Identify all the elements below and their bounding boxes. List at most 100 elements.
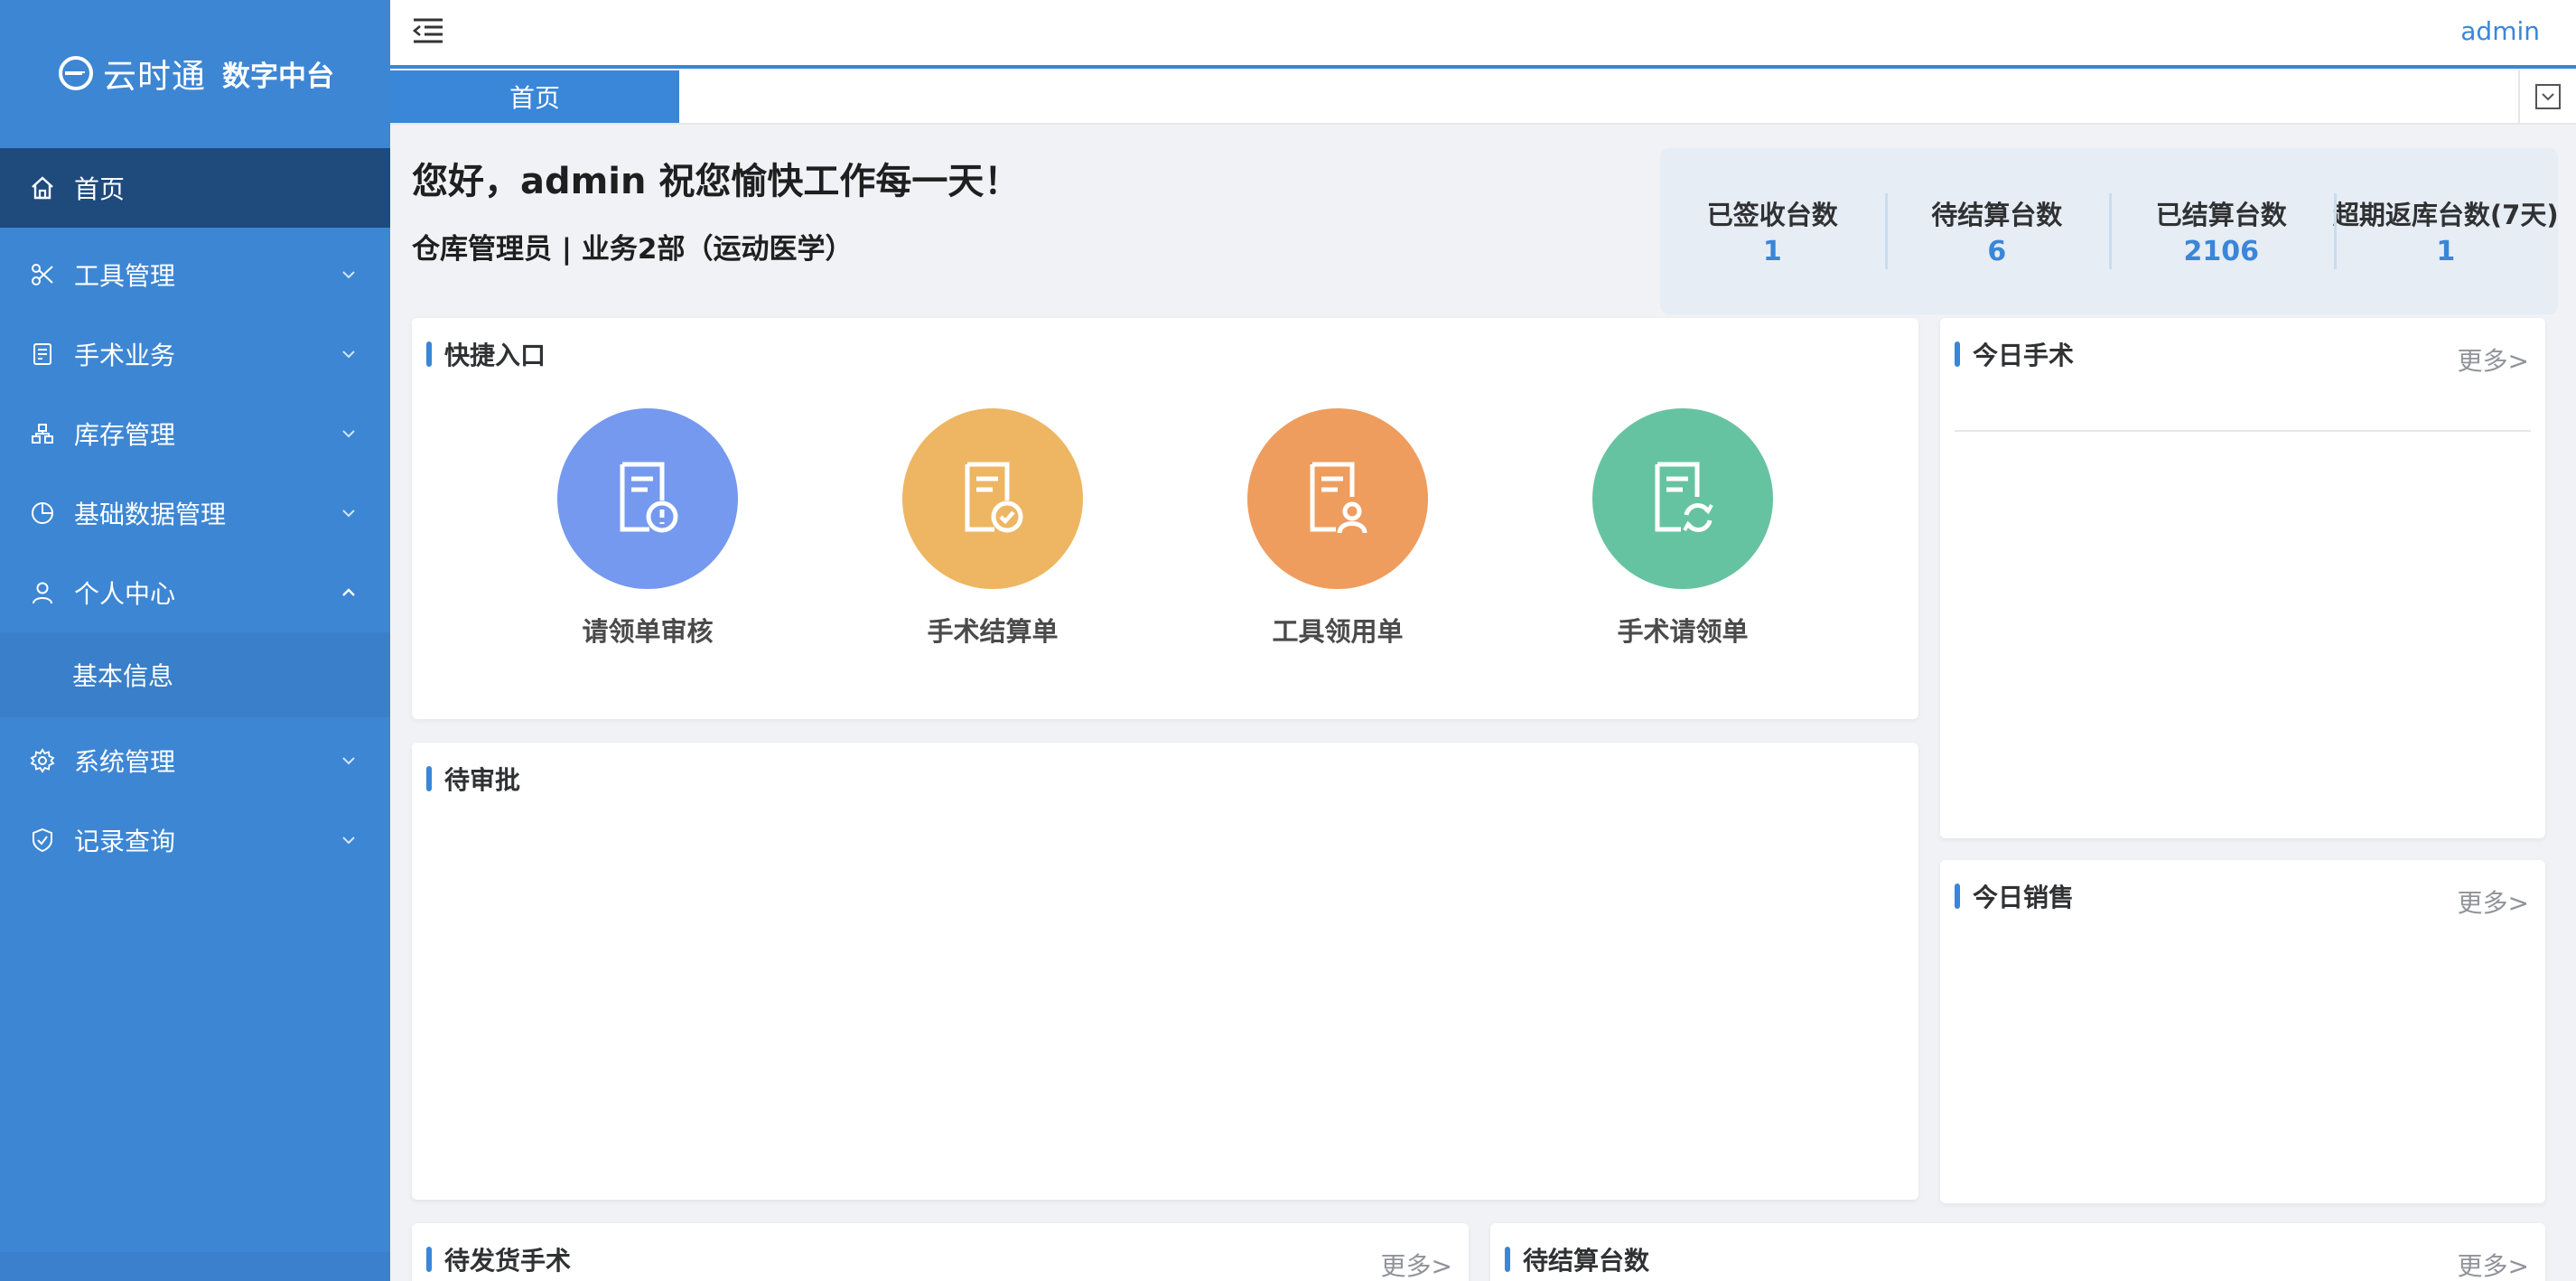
quick-entry-surgery-settlement[interactable]: 手术结算单	[893, 408, 1092, 649]
more-link[interactable]: 更多>	[2458, 341, 2529, 378]
user-icon	[33, 582, 52, 604]
card-accent-bar	[426, 766, 432, 791]
card-header: 快捷入口	[426, 341, 546, 370]
submenu-personal-center: 基本信息	[0, 632, 390, 717]
quick-entry-label: 工具领用单	[1272, 616, 1404, 647]
card-header: 待审批	[426, 765, 520, 795]
pie-chart-icon	[32, 502, 53, 524]
brand-name: 云时通	[103, 57, 206, 96]
stat-value: 1	[1762, 235, 1782, 267]
quick-entry-card: 快捷入口 请领单审核 手术结算单 工具领用单 手术请领单	[412, 318, 1918, 719]
quick-entry-surgery-requisition[interactable]: 手术请领单	[1583, 408, 1782, 649]
sidebar-item-tools[interactable]: 工具管理	[0, 235, 390, 314]
stat-label: 超期返库台数(7天)	[2332, 199, 2559, 230]
quick-entry-circle	[902, 408, 1083, 589]
sidebar-item-surgery[interactable]: 手术业务	[0, 314, 390, 394]
card-header: 今日销售	[1955, 883, 2074, 912]
card-title: 今日手术	[1973, 341, 2075, 370]
more-link[interactable]: 更多>	[2458, 884, 2529, 920]
sidebar-subitem-label: 基本信息	[72, 661, 174, 691]
card-accent-bar	[426, 341, 432, 367]
card-title: 待结算台数	[1523, 1246, 1650, 1276]
quick-entry-tool-requisition[interactable]: 工具领用单	[1238, 408, 1437, 649]
sidebar-item-records[interactable]: 记录查询	[0, 800, 390, 880]
more-link[interactable]: 更多>	[1381, 1247, 1452, 1281]
user-menu[interactable]: admin	[2460, 16, 2540, 46]
quick-entry-circle	[1592, 408, 1773, 589]
card-accent-bar	[1955, 341, 1960, 367]
today-sales-card: 今日销售 更多>	[1940, 860, 2545, 1203]
card-accent-bar	[1955, 884, 1960, 909]
stat-settled[interactable]: 已结算台数 2106	[2109, 148, 2334, 314]
menu-fold-icon[interactable]	[410, 14, 446, 47]
card-header: 今日手术	[1955, 341, 2074, 370]
app-root: 云时通 数字中台 首页 工具管理 手术业务 库存管理 基础数据管理 个人中心 基…	[0, 0, 2576, 1281]
chevron-down-icon	[342, 510, 355, 518]
document-icon	[33, 343, 51, 365]
sidebar-item-label: 基础数据管理	[74, 500, 227, 529]
sidebar-item-system[interactable]: 系统管理	[0, 721, 390, 800]
sidebar-item-base-data[interactable]: 基础数据管理	[0, 473, 390, 553]
greeting-title: 您好，admin 祝您愉快工作每一天！	[412, 161, 1021, 202]
sidebar-item-personal-center[interactable]: 个人中心	[0, 553, 390, 632]
doc-check-icon	[965, 462, 1023, 533]
pending-settlement-card: 待结算台数 更多>	[1490, 1223, 2545, 1281]
sidebar: 云时通 数字中台 首页 工具管理 手术业务 库存管理 基础数据管理 个人中心 基…	[0, 0, 390, 1281]
sidebar-item-label: 记录查询	[74, 827, 176, 856]
sidebar-item-inventory[interactable]: 库存管理	[0, 394, 390, 473]
stat-pending-settlement[interactable]: 待结算台数 6	[1884, 148, 2110, 314]
chevron-down-icon	[342, 351, 355, 359]
quick-entry-label: 手术结算单	[927, 616, 1059, 647]
quick-entry-requisition-review[interactable]: 请领单审核	[548, 408, 747, 649]
stat-label: 待结算台数	[1931, 199, 2063, 230]
card-accent-bar	[426, 1247, 432, 1272]
chevron-down-icon	[342, 837, 355, 845]
top-header: admin	[390, 0, 2576, 69]
tab-home[interactable]: 首页	[390, 70, 679, 123]
sidebar-item-label: 库存管理	[74, 420, 176, 450]
scissors-icon	[32, 264, 53, 285]
stat-value: 6	[1987, 235, 2007, 267]
home-icon	[32, 176, 53, 200]
quick-entry-circle	[557, 408, 738, 589]
chevron-down-box-icon	[2535, 84, 2561, 109]
today-surgery-card: 今日手术 更多>	[1940, 318, 2545, 838]
list-divider	[1955, 430, 2531, 432]
sidebar-item-label: 系统管理	[74, 747, 176, 777]
sidebar-item-home[interactable]: 首页	[0, 148, 390, 228]
doc-user-icon	[1310, 462, 1367, 534]
stat-value: 2106	[2183, 235, 2260, 267]
doc-alert-icon	[620, 462, 678, 533]
pending-shipment-card: 待发货手术 更多>	[412, 1223, 1469, 1281]
more-link[interactable]: 更多>	[2458, 1247, 2529, 1281]
chevron-down-icon	[342, 430, 355, 438]
stat-label: 已签收台数	[1706, 199, 1838, 230]
stat-label: 已结算台数	[2155, 199, 2287, 230]
gear-icon	[30, 748, 55, 773]
sidebar-item-label: 个人中心	[74, 579, 176, 609]
card-title: 待发货手术	[444, 1246, 572, 1276]
chevron-down-icon	[342, 757, 355, 765]
card-title: 待审批	[444, 765, 521, 795]
stat-value: 1	[2436, 235, 2456, 267]
main-content: 您好，admin 祝您愉快工作每一天！ 仓库管理员 | 业务2部（运动医学） 已…	[390, 126, 2576, 1281]
shield-icon	[33, 828, 52, 853]
brand-subtitle: 数字中台	[222, 60, 334, 93]
warehouse-icon	[32, 424, 53, 444]
sidebar-footer	[0, 1252, 390, 1281]
card-header: 待发货手术	[426, 1246, 571, 1276]
sidebar-item-label: 工具管理	[74, 261, 176, 291]
card-accent-bar	[1505, 1247, 1510, 1272]
stat-signed[interactable]: 已签收台数 1	[1660, 148, 1885, 314]
sidebar-subitem-basic-info[interactable]: 基本信息	[0, 632, 390, 717]
pending-approval-card: 待审批	[412, 743, 1918, 1200]
brand-logo[interactable]: 云时通 数字中台	[0, 0, 390, 146]
tab-dropdown-button[interactable]	[2518, 70, 2576, 123]
sidebar-item-label: 首页	[74, 174, 126, 204]
card-header: 待结算台数	[1505, 1246, 1649, 1276]
brand-logo-icon	[59, 56, 93, 90]
stat-overdue-return[interactable]: 超期返库台数(7天) 1	[2333, 148, 2559, 314]
quick-entry-label: 请领单审核	[582, 616, 714, 647]
card-title: 今日销售	[1973, 883, 2075, 912]
tab-bar: 首页	[390, 70, 2576, 125]
